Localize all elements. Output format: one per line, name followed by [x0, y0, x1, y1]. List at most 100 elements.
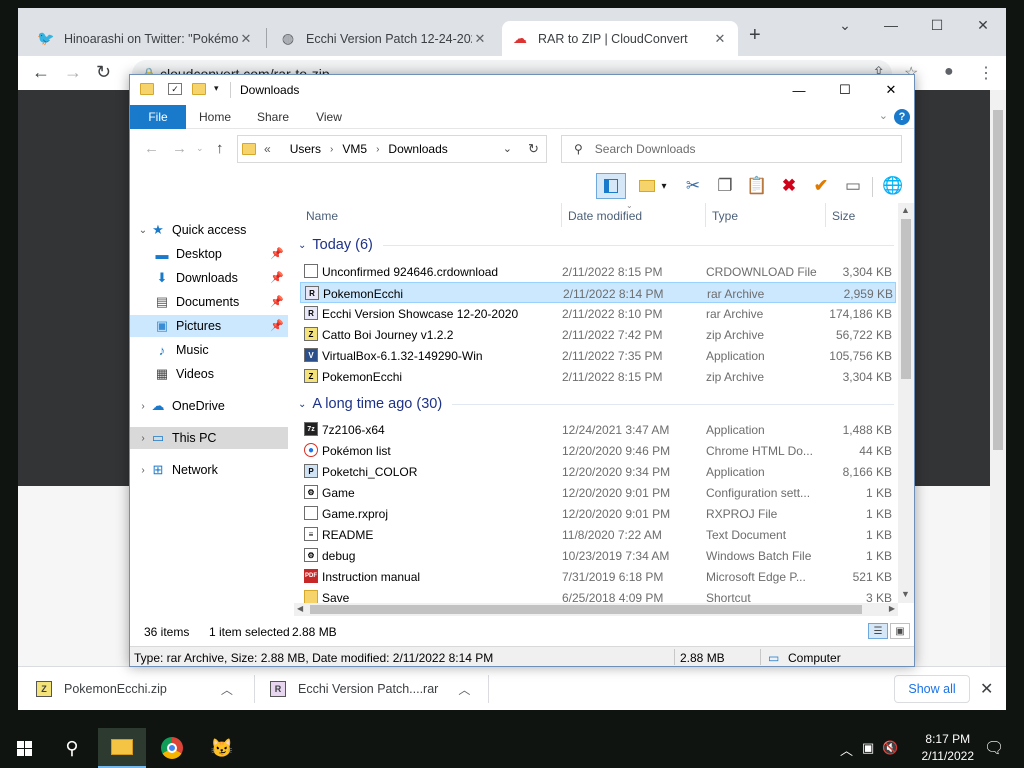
cut-scissors-icon[interactable]: ✂ — [680, 173, 706, 199]
taskbar-clock[interactable]: 8:17 PM 2/11/2022 — [922, 731, 975, 765]
close-tab-icon[interactable]: ✕ — [472, 31, 488, 47]
download-item-ecchi-patch-rar[interactable]: R Ecchi Version Patch....rar ︿ — [270, 667, 470, 711]
collapse-chevron-icon[interactable]: ⌄ — [298, 240, 306, 251]
tray-volume-muted-icon[interactable]: 🔇 — [882, 740, 898, 756]
chevron-up-icon[interactable]: ︿ — [458, 681, 470, 698]
column-separator[interactable] — [705, 203, 706, 227]
profile-avatar-icon[interactable]: ● — [944, 63, 954, 81]
copy-icon[interactable]: ❐ — [712, 173, 738, 199]
chevron-up-icon[interactable]: ︿ — [221, 681, 233, 698]
column-header-type[interactable]: Type — [712, 209, 738, 223]
preview-pane-icon[interactable] — [596, 173, 626, 199]
tray-chevron-up-icon[interactable]: ︿ — [840, 740, 853, 759]
browser-tab-twitter[interactable]: 🐦 Hinoarashi on Twitter: "Pokémon ✕ — [28, 21, 264, 56]
scroll-down-arrow-icon[interactable]: ▼ — [901, 589, 910, 599]
address-dropdown-chevron-icon[interactable]: ⌄ — [503, 142, 512, 155]
ribbon-tab-home[interactable]: Home — [192, 105, 238, 129]
column-header-date-modified[interactable]: Date modified — [568, 209, 642, 223]
checkmark-icon[interactable]: ✔ — [808, 173, 834, 199]
taskbar-game-app-icon[interactable]: 😼 — [198, 728, 246, 768]
maximize-icon[interactable]: ☐ — [822, 75, 868, 105]
scrollbar-thumb[interactable] — [310, 605, 862, 614]
large-icons-view-icon[interactable]: ▣ — [890, 623, 910, 639]
forward-arrow-icon[interactable]: → — [172, 140, 187, 157]
up-arrow-icon[interactable]: ↑ — [216, 140, 224, 157]
nav-pictures[interactable]: ▣ Pictures 📌 — [130, 315, 288, 337]
scroll-up-arrow-icon[interactable]: ▲ — [901, 205, 910, 215]
paste-clipboard-icon[interactable]: 📋 — [744, 173, 770, 199]
breadcrumb-users[interactable]: Users — [290, 142, 321, 156]
nav-this-pc[interactable]: › ▭ This PC — [130, 427, 288, 449]
file-list-vertical-scrollbar[interactable]: ▲ ▼ — [898, 203, 914, 603]
expand-chevron-icon[interactable]: › — [136, 465, 150, 476]
help-icon[interactable]: ? — [894, 109, 910, 125]
tray-network-icon[interactable]: ▣ — [862, 740, 874, 756]
close-icon[interactable]: ✕ — [868, 75, 914, 105]
dropdown-chevron-icon[interactable]: ▾ — [658, 173, 670, 199]
group-header-long-time-ago[interactable]: ⌄ A long time ago (30) — [298, 393, 894, 415]
search-input[interactable]: ⚲ Search Downloads — [561, 135, 902, 163]
customize-quick-access-icon[interactable]: ▾ — [214, 83, 228, 95]
nav-downloads[interactable]: ⬇ Downloads 📌 — [130, 267, 288, 289]
taskbar-chrome-icon[interactable] — [148, 728, 196, 768]
table-row[interactable]: PDF Instruction manual 7/31/2019 6:18 PM… — [300, 566, 896, 587]
nav-music[interactable]: ♪ Music — [130, 339, 288, 361]
menu-kebab-icon[interactable]: ⋮ — [978, 63, 994, 83]
scrollbar-thumb[interactable] — [901, 219, 911, 379]
start-windows-icon[interactable] — [0, 728, 48, 768]
breadcrumb[interactable]: « Users › VM5 › Downloads ⌄ — [237, 135, 547, 163]
collapse-chevron-icon[interactable]: ⌄ — [298, 399, 306, 410]
properties-check-icon[interactable]: ✓ — [168, 83, 182, 95]
column-separator[interactable] — [825, 203, 826, 227]
table-row[interactable]: 7z 7z2106-x64 12/24/2021 3:47 AM Applica… — [300, 419, 896, 440]
new-tab-button[interactable]: + — [749, 24, 761, 47]
nav-network[interactable]: › ⊞ Network — [130, 459, 288, 481]
group-header-today[interactable]: ⌄ Today (6) — [298, 234, 894, 256]
refresh-icon[interactable]: ↻ — [521, 135, 547, 163]
delete-x-icon[interactable]: ✖ — [776, 173, 802, 199]
page-scrollbar[interactable] — [990, 90, 1006, 666]
breadcrumb-chevron-icon[interactable]: › — [330, 144, 333, 155]
table-row[interactable]: R Ecchi Version Showcase 12-20-2020 2/11… — [300, 303, 896, 324]
new-folder-dropdown-icon[interactable] — [634, 173, 660, 199]
ribbon-tab-file[interactable]: File — [130, 105, 186, 129]
expand-chevron-icon[interactable]: › — [136, 433, 150, 444]
ribbon-tab-share[interactable]: Share — [250, 105, 296, 129]
breadcrumb-downloads[interactable]: Downloads — [388, 142, 447, 156]
ribbon-tab-view[interactable]: View — [306, 105, 352, 129]
rename-icon[interactable]: ▭ — [840, 173, 866, 199]
globe-icon[interactable]: 🌐 — [880, 173, 906, 199]
table-row-selected[interactable]: R PokemonEcchi 2/11/2022 8:14 PM rar Arc… — [300, 282, 896, 303]
table-row[interactable]: ⚙ Game 12/20/2020 9:01 PM Configuration … — [300, 482, 896, 503]
table-row[interactable]: P Poketchi_COLOR 12/20/2020 9:34 PM Appl… — [300, 461, 896, 482]
column-separator[interactable] — [561, 203, 562, 227]
collapse-chevron-icon[interactable]: ⌄ — [136, 225, 150, 236]
scroll-right-arrow-icon[interactable]: ▶ — [889, 604, 895, 613]
column-header-name[interactable]: Name — [306, 209, 338, 223]
table-row[interactable]: Game.rxproj 12/20/2020 9:01 PM RXPROJ Fi… — [300, 503, 896, 524]
close-shelf-icon[interactable]: ✕ — [980, 679, 993, 699]
download-item-pokemonecchi-zip[interactable]: Z PokemonEcchi.zip ︿ — [36, 667, 233, 711]
recent-locations-chevron-icon[interactable]: ⌄ — [196, 143, 204, 154]
scroll-left-arrow-icon[interactable]: ◀ — [297, 604, 303, 613]
taskbar-file-explorer-icon[interactable] — [98, 728, 146, 768]
tab-search-icon[interactable]: ⌄ — [822, 8, 868, 42]
back-arrow-icon[interactable]: ← — [32, 62, 50, 83]
minimize-icon[interactable]: — — [868, 8, 914, 42]
minimize-icon[interactable]: — — [776, 75, 822, 105]
maximize-icon[interactable]: ☐ — [914, 8, 960, 42]
table-row[interactable]: Z Catto Boi Journey v1.2.2 2/11/2022 7:4… — [300, 324, 896, 345]
file-list-horizontal-scrollbar[interactable]: ◀ ▶ — [294, 603, 898, 616]
search-icon[interactable]: ⚲ — [48, 728, 96, 768]
page-scrollbar-thumb[interactable] — [993, 110, 1003, 450]
back-arrow-icon[interactable]: ← — [144, 140, 159, 157]
browser-tab-cloudconvert[interactable]: ☁ RAR to ZIP | CloudConvert ✕ — [502, 21, 738, 56]
close-tab-icon[interactable]: ✕ — [238, 31, 254, 47]
breadcrumb-overflow[interactable]: « — [264, 142, 271, 156]
close-icon[interactable]: ✕ — [960, 8, 1006, 42]
breadcrumb-vm5[interactable]: VM5 — [342, 142, 367, 156]
expand-chevron-icon[interactable]: › — [136, 401, 150, 412]
details-view-icon[interactable]: ☰ — [868, 623, 888, 639]
table-row[interactable]: V VirtualBox-6.1.32-149290-Win 2/11/2022… — [300, 345, 896, 366]
notification-icon[interactable]: 🗨 — [984, 738, 1004, 758]
